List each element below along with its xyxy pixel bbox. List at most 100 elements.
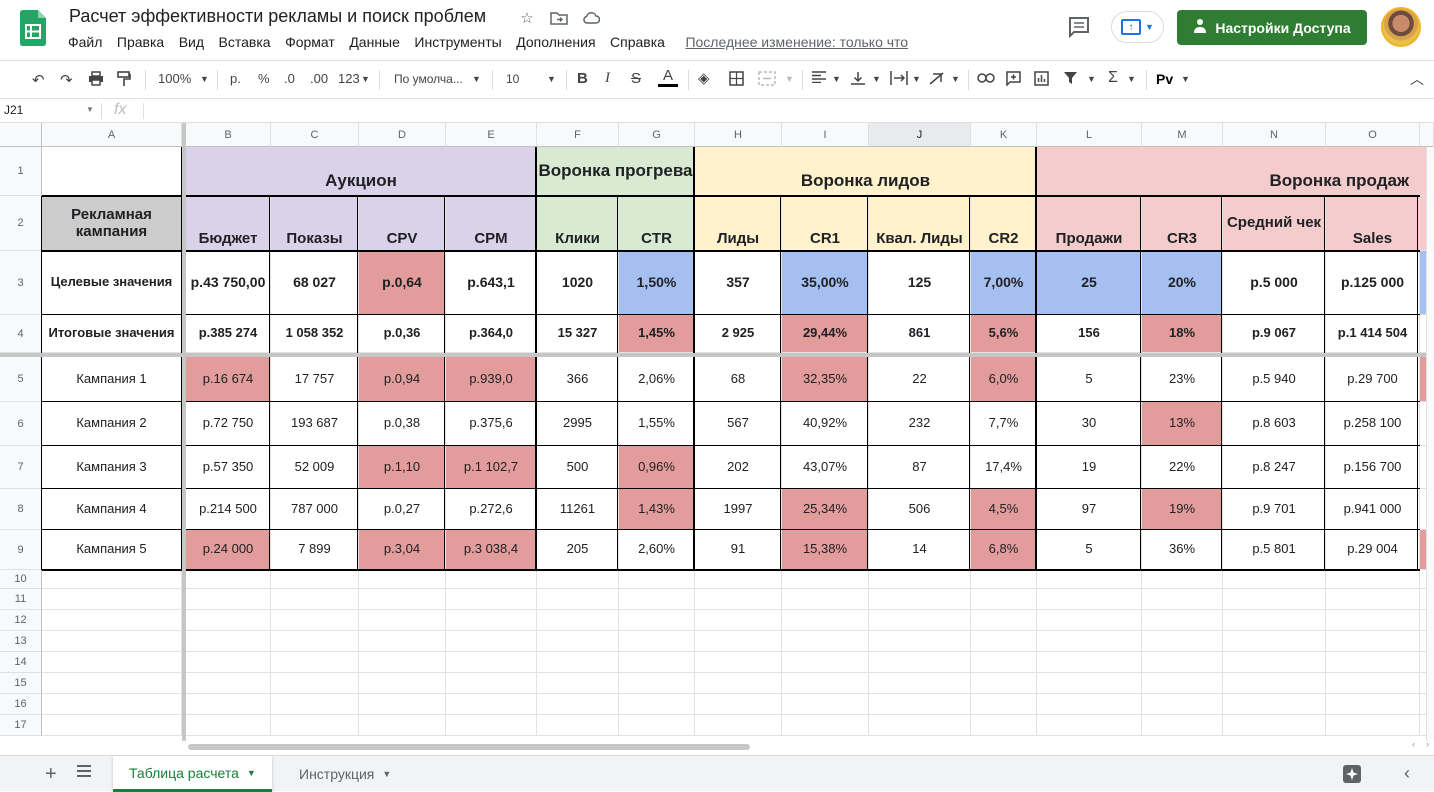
cell-i14[interactable] bbox=[782, 652, 869, 673]
cell-d14[interactable] bbox=[359, 652, 446, 673]
cell-c4[interactable]: 1 058 352 bbox=[271, 315, 359, 353]
cell-d5[interactable]: р.0,94 bbox=[359, 357, 446, 402]
cell-l14[interactable] bbox=[1037, 652, 1142, 673]
cell-c13[interactable] bbox=[271, 631, 359, 652]
cell-d6[interactable]: р.0,38 bbox=[359, 402, 446, 446]
row-header-8[interactable]: 8 bbox=[0, 489, 42, 530]
cell-n5[interactable]: р.5 940 bbox=[1223, 357, 1326, 402]
cell-g4[interactable]: 1,45% bbox=[619, 315, 695, 353]
cell-d17[interactable] bbox=[359, 715, 446, 736]
cell-m15[interactable] bbox=[1142, 673, 1223, 694]
menu-edit[interactable]: Правка bbox=[117, 34, 164, 50]
text-rotation-icon[interactable] bbox=[929, 71, 947, 88]
cell-e3[interactable]: р.643,1 bbox=[446, 251, 537, 315]
cell-g3[interactable]: 1,50% bbox=[619, 251, 695, 315]
cell-c6[interactable]: 193 687 bbox=[271, 402, 359, 446]
cell-k13[interactable] bbox=[971, 631, 1037, 652]
cell-f16[interactable] bbox=[537, 694, 619, 715]
cell-c15[interactable] bbox=[271, 673, 359, 694]
cell-a16[interactable] bbox=[42, 694, 182, 715]
header-qual-leads[interactable]: Квал. Лиды bbox=[869, 196, 971, 251]
cell-o11[interactable] bbox=[1326, 589, 1420, 610]
header-impressions[interactable]: Показы bbox=[271, 196, 359, 251]
text-color-icon[interactable]: A bbox=[658, 68, 678, 87]
cell-k3[interactable]: 7,00% bbox=[971, 251, 1037, 315]
cell-f5[interactable]: 366 bbox=[537, 357, 619, 402]
horizontal-align-icon[interactable] bbox=[812, 71, 826, 86]
tab-calculation-dropdown-icon[interactable]: ▼ bbox=[247, 768, 256, 778]
cell-l10[interactable] bbox=[1037, 570, 1142, 589]
cell-g12[interactable] bbox=[619, 610, 695, 631]
cell-n15[interactable] bbox=[1223, 673, 1326, 694]
column-header-l[interactable]: L bbox=[1037, 123, 1142, 147]
cell-i3[interactable]: 35,00% bbox=[782, 251, 869, 315]
add-sheet-icon[interactable]: + bbox=[45, 763, 57, 786]
cloud-status-icon[interactable] bbox=[581, 8, 601, 28]
header-cpm[interactable]: CPM bbox=[446, 196, 537, 251]
cell-h10[interactable] bbox=[695, 570, 782, 589]
row-header-7[interactable]: 7 bbox=[0, 446, 42, 489]
more-formats-button[interactable]: 123 bbox=[338, 71, 360, 86]
rotation-dropdown-icon[interactable]: ▼ bbox=[951, 74, 960, 84]
cell-i13[interactable] bbox=[782, 631, 869, 652]
row-header-12[interactable]: 12 bbox=[0, 610, 42, 631]
menu-format[interactable]: Формат bbox=[285, 34, 335, 50]
cell-j15[interactable] bbox=[869, 673, 971, 694]
menu-help[interactable]: Справка bbox=[610, 34, 665, 50]
star-icon[interactable]: ☆ bbox=[517, 8, 537, 28]
cell-b6[interactable]: р.72 750 bbox=[186, 402, 271, 446]
cell-i17[interactable] bbox=[782, 715, 869, 736]
column-header-o[interactable]: O bbox=[1326, 123, 1420, 147]
cell-e15[interactable] bbox=[446, 673, 537, 694]
cell-a14[interactable] bbox=[42, 652, 182, 673]
cell-h3[interactable]: 357 bbox=[695, 251, 782, 315]
cell-j13[interactable] bbox=[869, 631, 971, 652]
row-label-5[interactable]: Кампания 1 bbox=[42, 357, 182, 402]
cell-l5[interactable]: 5 bbox=[1037, 357, 1142, 402]
column-header-m[interactable]: M bbox=[1142, 123, 1223, 147]
cell-o6[interactable]: р.258 100 bbox=[1326, 402, 1420, 446]
cell-g14[interactable] bbox=[619, 652, 695, 673]
cell-o8[interactable]: р.941 000 bbox=[1326, 489, 1420, 530]
cell-b10[interactable] bbox=[186, 570, 271, 589]
cell-k14[interactable] bbox=[971, 652, 1037, 673]
cell-f13[interactable] bbox=[537, 631, 619, 652]
cell-o16[interactable] bbox=[1326, 694, 1420, 715]
header-sales-count[interactable]: Продажи bbox=[1037, 196, 1142, 251]
cell-m8[interactable]: 19% bbox=[1142, 489, 1223, 530]
cell-o5[interactable]: р.29 700 bbox=[1326, 357, 1420, 402]
header-leads[interactable]: Лиды bbox=[695, 196, 782, 251]
cell-f3[interactable]: 1020 bbox=[537, 251, 619, 315]
cell-o14[interactable] bbox=[1326, 652, 1420, 673]
cell-e9[interactable]: р.3 038,4 bbox=[446, 530, 537, 570]
cell-e13[interactable] bbox=[446, 631, 537, 652]
row-label-4[interactable]: Итоговые значения bbox=[42, 315, 182, 353]
cell-k5[interactable]: 6,0% bbox=[971, 357, 1037, 402]
cell-e16[interactable] bbox=[446, 694, 537, 715]
row-header-13[interactable]: 13 bbox=[0, 631, 42, 652]
cell-k17[interactable] bbox=[971, 715, 1037, 736]
cell-k6[interactable]: 7,7% bbox=[971, 402, 1037, 446]
cell-a13[interactable] bbox=[42, 631, 182, 652]
cell-e10[interactable] bbox=[446, 570, 537, 589]
cell-b14[interactable] bbox=[186, 652, 271, 673]
cell-m17[interactable] bbox=[1142, 715, 1223, 736]
cell-j16[interactable] bbox=[869, 694, 971, 715]
row-header-1[interactable]: 1 bbox=[0, 147, 42, 196]
cell-f6[interactable]: 2995 bbox=[537, 402, 619, 446]
cell-j12[interactable] bbox=[869, 610, 971, 631]
cell-e7[interactable]: р.1 102,7 bbox=[446, 446, 537, 489]
cell-n16[interactable] bbox=[1223, 694, 1326, 715]
menu-view[interactable]: Вид bbox=[179, 34, 204, 50]
cell-e14[interactable] bbox=[446, 652, 537, 673]
collapse-toolbar-icon[interactable]: ︿ bbox=[1410, 69, 1424, 89]
cell-g13[interactable] bbox=[619, 631, 695, 652]
row-header-16[interactable]: 16 bbox=[0, 694, 42, 715]
strikethrough-icon[interactable]: S bbox=[631, 70, 641, 87]
cell-g6[interactable]: 1,55% bbox=[619, 402, 695, 446]
cell-i5[interactable]: 32,35% bbox=[782, 357, 869, 402]
cell-i6[interactable]: 40,92% bbox=[782, 402, 869, 446]
redo-icon[interactable]: ↷ bbox=[60, 71, 73, 89]
group-header-auction[interactable]: Аукцион bbox=[186, 147, 537, 196]
cell-f8[interactable]: 11261 bbox=[537, 489, 619, 530]
